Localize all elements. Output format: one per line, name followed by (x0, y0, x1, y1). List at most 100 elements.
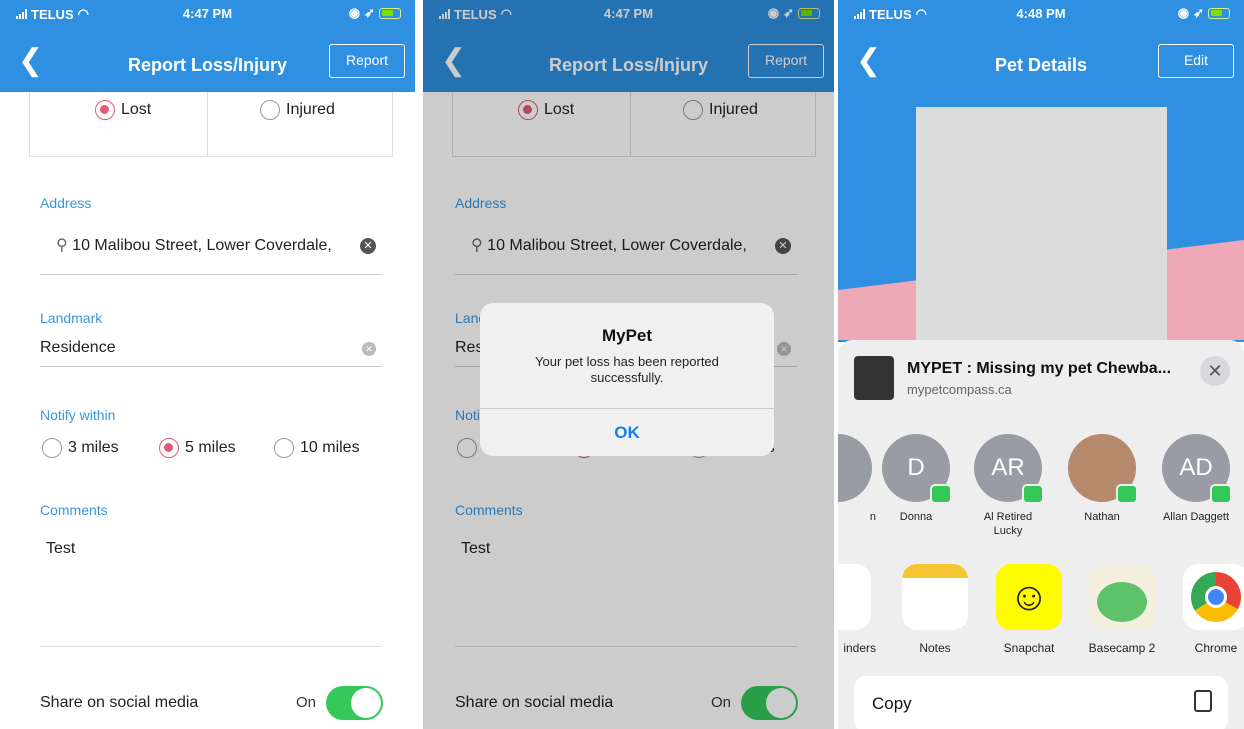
radio-5-miles-label: 5 miles (185, 439, 236, 456)
report-screen: TELUS ◠ 4:47 PM ◉ ➶ ❮ Report Loss/Injury… (0, 0, 415, 729)
avatar: AD (1162, 434, 1232, 504)
landmark-value: Residence (40, 339, 116, 356)
avatar (1068, 434, 1138, 504)
share-thumbnail (854, 356, 894, 400)
copy-action[interactable]: Copy (854, 676, 1228, 729)
location-icon: ➶ (364, 5, 375, 20)
notify-label: Notify within (40, 407, 116, 423)
avatar: AR (974, 434, 1044, 504)
radio-selected-icon (159, 438, 179, 458)
clear-address-icon[interactable]: ✕ (360, 238, 376, 254)
panel-gap (415, 0, 423, 729)
messages-icon (930, 484, 952, 504)
clear-landmark-icon[interactable]: ✕ (362, 342, 376, 356)
alert-message: Your pet loss has been reported successf… (535, 354, 719, 385)
avatar-initials: D (907, 454, 925, 481)
type-selector: Lost Injured (29, 92, 393, 157)
share-url: mypetcompass.ca (907, 382, 1012, 397)
status-icons: ◉ ➶ (1178, 5, 1230, 21)
avatar-initials: AD (1179, 454, 1213, 481)
app-reminders[interactable]: inders (838, 564, 878, 655)
edit-button[interactable]: Edit (1158, 44, 1234, 78)
messages-icon (1116, 484, 1138, 504)
reminders-icon (838, 564, 871, 630)
status-bar: TELUS ◠ 4:48 PM ◉ ➶ (838, 0, 1244, 34)
avatar: D (882, 434, 952, 504)
alarm-icon: ◉ (1177, 5, 1190, 20)
app-name: Notes (919, 641, 951, 655)
landmark-field[interactable]: Residence ✕ (40, 339, 382, 367)
divider (207, 92, 208, 156)
alert-title: MyPet (601, 326, 653, 345)
radio-injured-label: Injured (286, 101, 335, 118)
radio-3-miles[interactable]: 3 miles (42, 438, 119, 458)
contact-item[interactable]: AR Al Retired Lucky (968, 434, 1048, 538)
header-dim-overlay (423, 0, 834, 92)
contact-name: n (869, 511, 876, 523)
app-snapchat[interactable]: ☺ Snapchat (989, 564, 1069, 655)
battery-icon (1208, 7, 1230, 19)
messages-icon (1210, 484, 1232, 504)
screenshot-collage: TELUS ◠ 4:47 PM ◉ ➶ ❮ Report Loss/Injury… (0, 0, 1244, 729)
nav-header: TELUS ◠ 4:47 PM ◉ ➶ ❮ Report Loss/Injury… (0, 0, 415, 92)
avatar (838, 434, 872, 502)
success-alert: MyPet Your pet loss has been reported su… (480, 303, 774, 456)
comments-label: Comments (40, 502, 108, 518)
snapchat-icon: ☺ (996, 564, 1062, 630)
report-button[interactable]: Report (329, 44, 405, 78)
address-label: Address (40, 195, 92, 211)
contact-item[interactable]: D Donna (876, 434, 956, 524)
pet-photo (916, 107, 1167, 347)
radio-lost-label: Lost (121, 101, 152, 118)
copy-icon (1194, 690, 1212, 712)
contact-name: Donna (899, 511, 933, 523)
radio-unselected-icon (42, 438, 62, 458)
radio-10-miles[interactable]: 10 miles (274, 438, 360, 458)
radio-injured[interactable]: Injured (260, 100, 335, 120)
avatar-initials: AR (991, 454, 1025, 481)
app-notes[interactable]: Notes (895, 564, 975, 655)
chrome-icon (1183, 564, 1244, 630)
alarm-icon: ◉ (348, 5, 361, 20)
report-success-screen: TELUS ◠ 4:47 PM ◉ ➶ ❮ Report Loss/Injury… (423, 0, 834, 729)
search-icon: ⚲ (56, 237, 68, 254)
app-name: inders (843, 641, 876, 655)
contact-name: Allan Daggett (1162, 511, 1230, 523)
app-name: Basecamp 2 (1088, 641, 1156, 655)
app-chrome[interactable]: Chrome (1176, 564, 1244, 655)
radio-3-miles-label: 3 miles (68, 439, 119, 456)
radio-unselected-icon (274, 438, 294, 458)
app-basecamp[interactable]: Basecamp 2 (1082, 564, 1162, 655)
app-name: Chrome (1194, 641, 1238, 655)
radio-5-miles[interactable]: 5 miles (159, 438, 236, 458)
close-icon[interactable]: ✕ (1200, 356, 1230, 386)
copy-label: Copy (872, 694, 912, 713)
nav-header: TELUS ◠ 4:48 PM ◉ ➶ ❮ Pet Details Edit (838, 0, 1244, 92)
address-value: 10 Malibou Street, Lower Coverdale, (72, 237, 332, 254)
radio-unselected-icon (260, 100, 280, 120)
notes-icon (902, 564, 968, 630)
location-icon: ➶ (1193, 5, 1204, 20)
status-bar: TELUS ◠ 4:47 PM ◉ ➶ (0, 0, 415, 34)
contact-item[interactable]: Nathan (1062, 434, 1142, 524)
share-title: MYPET : Missing my pet Chewba... (907, 360, 1172, 377)
battery-icon (379, 7, 401, 19)
status-icons: ◉ ➶ (349, 5, 401, 21)
address-field[interactable]: ⚲ 10 Malibou Street, Lower Coverdale, ✕ (40, 235, 382, 275)
contact-item[interactable]: AD Allan Daggett (1156, 434, 1236, 524)
comments-field[interactable]: Test (46, 540, 75, 558)
radio-10-miles-label: 10 miles (300, 439, 360, 456)
radio-selected-icon (95, 100, 115, 120)
landmark-label: Landmark (40, 310, 103, 326)
share-state-label: On (296, 694, 317, 711)
pet-details-screen: TELUS ◠ 4:48 PM ◉ ➶ ❮ Pet Details Edit M… (838, 0, 1244, 729)
share-toggle[interactable] (326, 686, 383, 720)
contact-item[interactable]: n (838, 434, 878, 524)
messages-icon (1022, 484, 1044, 504)
radio-lost[interactable]: Lost (95, 100, 151, 120)
share-label: Share on social media (40, 694, 199, 711)
comments-underline (40, 646, 382, 647)
alert-ok-button[interactable]: OK (480, 408, 774, 456)
nav-header: TELUS ◠ 4:47 PM ◉ ➶ ❮ Report Loss/Injury… (423, 0, 834, 92)
basecamp-icon (1089, 564, 1155, 630)
